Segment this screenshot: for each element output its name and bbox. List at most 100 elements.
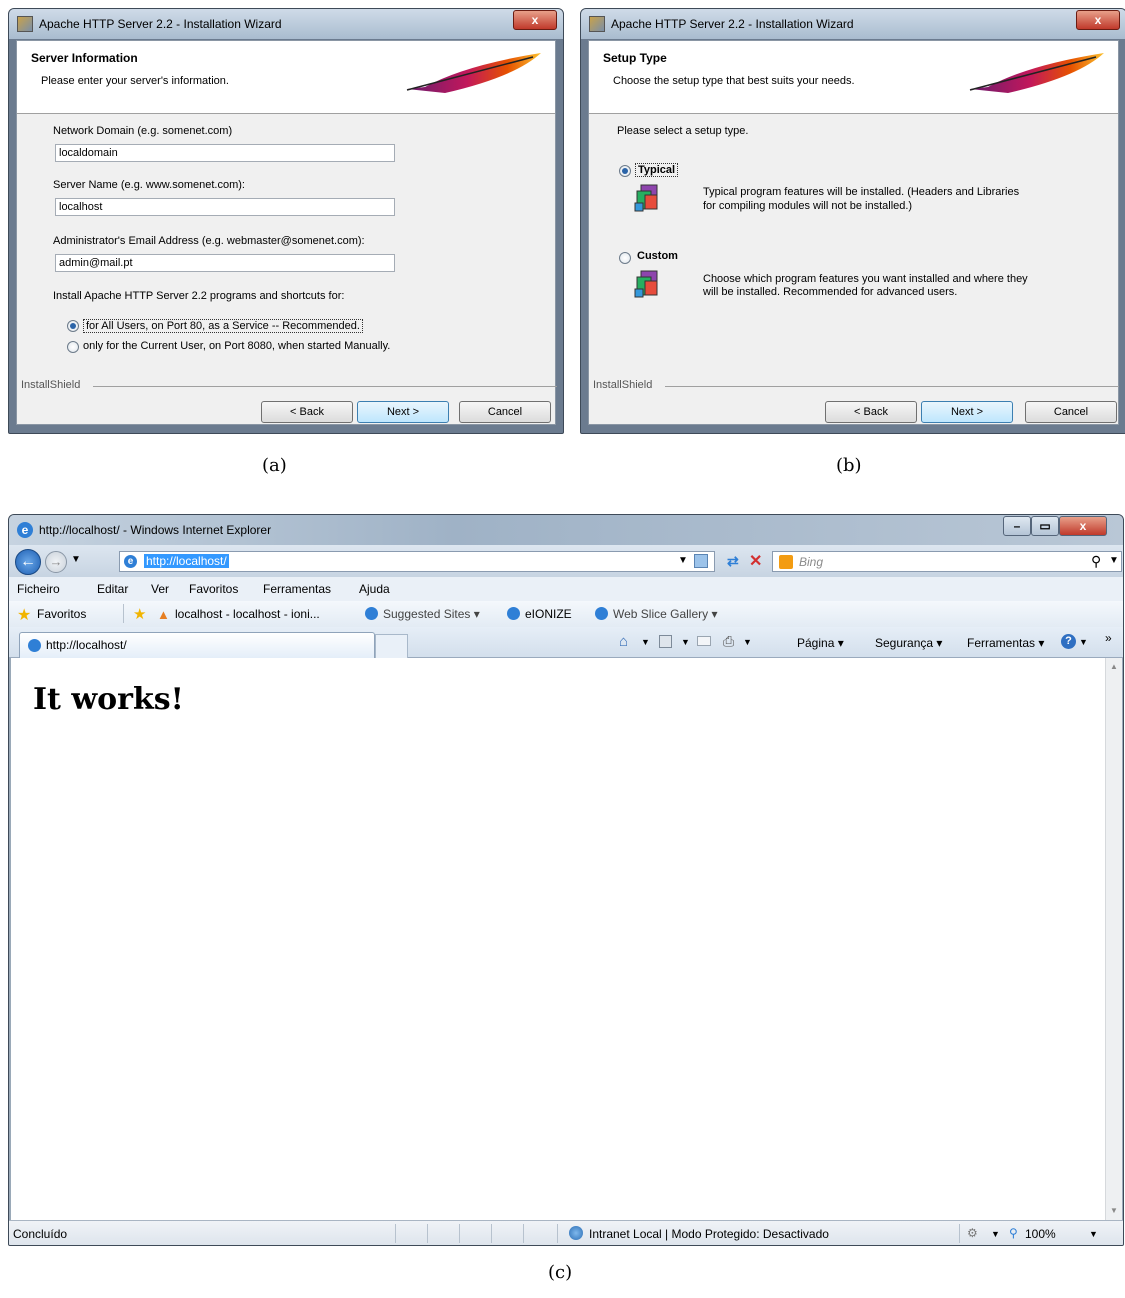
typical-setup-icon bbox=[634, 184, 658, 212]
cancel-button[interactable]: Cancel bbox=[459, 401, 551, 423]
menu-ver[interactable]: Ver bbox=[151, 582, 169, 596]
print-icon[interactable]: ⎙ bbox=[723, 633, 734, 650]
page-viewport[interactable]: It works! bbox=[11, 658, 1105, 1220]
back-button[interactable]: < Back bbox=[261, 401, 353, 423]
favorites-star-icon[interactable]: ★ bbox=[17, 605, 31, 625]
apache-feather-logo bbox=[969, 53, 1104, 93]
help-icon[interactable]: ? bbox=[1061, 634, 1076, 649]
protected-mode-icon[interactable]: ⚙ bbox=[967, 1226, 978, 1240]
favorites-button[interactable]: Favoritos bbox=[37, 607, 86, 621]
cancel-button[interactable]: Cancel bbox=[1025, 401, 1117, 423]
title-bar[interactable]: Apache HTTP Server 2.2 - Installation Wi… bbox=[581, 9, 1125, 39]
next-button[interactable]: Next > bbox=[921, 401, 1013, 423]
radio-current-user-label[interactable]: only for the Current User, on Port 8080,… bbox=[83, 340, 390, 352]
protected-mode-dropdown-icon[interactable]: ▼ bbox=[991, 1229, 1000, 1239]
menu-favoritos[interactable]: Favoritos bbox=[189, 582, 238, 596]
server-name-field[interactable]: localhost bbox=[55, 198, 395, 216]
typical-description-1: Typical program features will be install… bbox=[703, 186, 1020, 198]
server-name-label: Server Name (e.g. www.somenet.com): bbox=[53, 179, 245, 191]
feeds-dropdown-icon[interactable]: ▼ bbox=[681, 637, 690, 647]
print-dropdown-icon[interactable]: ▼ bbox=[743, 637, 752, 647]
menu-ferramentas[interactable]: Ferramentas bbox=[263, 582, 331, 596]
address-bar-row: ← → ▼ e http://localhost/ ▼ ⇄ ✕ Bing ⚲ ▼ bbox=[9, 545, 1123, 577]
radio-typical[interactable] bbox=[619, 165, 631, 177]
security-menu[interactable]: Segurança ▾ bbox=[875, 636, 942, 650]
network-domain-field[interactable]: localdomain bbox=[55, 144, 395, 162]
search-placeholder: Bing bbox=[799, 555, 824, 569]
installer-app-icon bbox=[589, 16, 605, 32]
forward-arrow-icon[interactable]: → bbox=[45, 551, 67, 573]
zoom-dropdown-icon[interactable]: ▼ bbox=[1089, 1229, 1098, 1239]
add-favorite-icon[interactable]: ★ bbox=[133, 605, 146, 623]
scroll-up-arrow-icon[interactable]: ▲ bbox=[1110, 662, 1118, 671]
zoom-icon[interactable]: ⚲ bbox=[1009, 1226, 1018, 1240]
stop-icon[interactable]: ✕ bbox=[749, 551, 762, 571]
custom-description-1: Choose which program features you want i… bbox=[703, 273, 1028, 285]
tools-menu[interactable]: Ferramentas ▾ bbox=[967, 636, 1044, 650]
zoom-level[interactable]: 100% bbox=[1025, 1227, 1056, 1241]
bing-logo-icon bbox=[779, 555, 793, 569]
feeds-icon[interactable] bbox=[659, 635, 672, 648]
browser-window: e http://localhost/ - Windows Internet E… bbox=[8, 514, 1124, 1246]
status-separator bbox=[459, 1224, 460, 1243]
wizard-header: Server Information Please enter your ser… bbox=[17, 41, 555, 114]
typical-label[interactable]: Typical bbox=[635, 163, 679, 177]
page-subtitle: Choose the setup type that best suits yo… bbox=[613, 75, 855, 87]
radio-all-users-label[interactable]: for All Users, on Port 80, as a Service … bbox=[83, 319, 363, 333]
wizard-header: Setup Type Choose the setup type that be… bbox=[589, 41, 1118, 114]
search-dropdown-icon[interactable]: ▼ bbox=[1109, 555, 1119, 566]
title-bar[interactable]: e http://localhost/ - Windows Internet E… bbox=[9, 515, 1123, 545]
fav-eionize[interactable]: eIONIZE bbox=[525, 607, 572, 621]
favorites-bar: ★ Favoritos ★ ▲ localhost - localhost - … bbox=[9, 601, 1123, 627]
history-dropdown-icon[interactable]: ▼ bbox=[71, 554, 81, 565]
radio-custom[interactable] bbox=[619, 252, 631, 264]
fav-web-slice-gallery[interactable]: Web Slice Gallery ▾ bbox=[613, 607, 718, 621]
intranet-zone-icon bbox=[569, 1226, 583, 1240]
title-bar[interactable]: Apache HTTP Server 2.2 - Installation Wi… bbox=[9, 9, 563, 39]
status-separator bbox=[491, 1224, 492, 1243]
menu-ficheiro[interactable]: Ficheiro bbox=[17, 582, 60, 596]
vertical-scrollbar[interactable]: ▲ ▼ bbox=[1105, 658, 1122, 1220]
compatibility-view-icon[interactable] bbox=[694, 554, 708, 568]
web-slice-icon bbox=[595, 607, 608, 620]
address-text[interactable]: http://localhost/ bbox=[144, 554, 229, 568]
next-button[interactable]: Next > bbox=[357, 401, 449, 423]
minimize-button[interactable]: – bbox=[1003, 516, 1031, 536]
favorites-separator bbox=[123, 604, 124, 623]
radio-current-user[interactable] bbox=[67, 341, 79, 353]
close-button[interactable]: x bbox=[1076, 10, 1120, 30]
radio-all-users[interactable] bbox=[67, 320, 79, 332]
window-title: http://localhost/ - Windows Internet Exp… bbox=[39, 523, 272, 537]
security-zone-status[interactable]: Intranet Local | Modo Protegido: Desacti… bbox=[589, 1227, 829, 1241]
more-commands-chevron[interactable]: » bbox=[1105, 631, 1112, 645]
status-separator bbox=[557, 1224, 558, 1243]
mail-icon[interactable] bbox=[697, 636, 711, 646]
back-button[interactable]: < Back bbox=[825, 401, 917, 423]
tab-localhost[interactable]: http://localhost/ bbox=[19, 632, 375, 658]
refresh-icon[interactable]: ⇄ bbox=[727, 553, 739, 570]
fav-suggested-sites[interactable]: Suggested Sites ▾ bbox=[383, 607, 480, 621]
help-dropdown-icon[interactable]: ▼ bbox=[1079, 637, 1088, 647]
scroll-down-arrow-icon[interactable]: ▼ bbox=[1110, 1206, 1118, 1215]
fav-localhost[interactable]: localhost - localhost - ioni... bbox=[175, 607, 320, 621]
search-input[interactable]: Bing ⚲ ▼ bbox=[772, 551, 1122, 572]
address-input[interactable]: e http://localhost/ ▼ bbox=[119, 551, 715, 572]
close-button[interactable]: x bbox=[1059, 516, 1107, 536]
back-arrow-icon[interactable]: ← bbox=[15, 549, 41, 575]
close-button[interactable]: x bbox=[513, 10, 557, 30]
custom-label[interactable]: Custom bbox=[637, 250, 678, 262]
page-title: Server Information bbox=[31, 51, 138, 65]
admin-email-field[interactable]: admin@mail.pt bbox=[55, 254, 395, 272]
custom-setup-icon bbox=[634, 270, 658, 298]
page-menu[interactable]: Página ▾ bbox=[797, 636, 844, 650]
installshield-label: InstallShield bbox=[21, 379, 81, 391]
search-icon[interactable]: ⚲ bbox=[1091, 553, 1101, 570]
address-dropdown-icon[interactable]: ▼ bbox=[678, 555, 688, 566]
maximize-button[interactable]: ▭ bbox=[1031, 516, 1059, 536]
home-dropdown-icon[interactable]: ▼ bbox=[641, 637, 650, 647]
menu-editar[interactable]: Editar bbox=[97, 582, 128, 596]
new-tab-button[interactable] bbox=[375, 634, 408, 658]
menu-ajuda[interactable]: Ajuda bbox=[359, 582, 390, 596]
home-icon[interactable]: ⌂ bbox=[619, 633, 628, 650]
ie-logo-icon: e bbox=[17, 522, 33, 538]
